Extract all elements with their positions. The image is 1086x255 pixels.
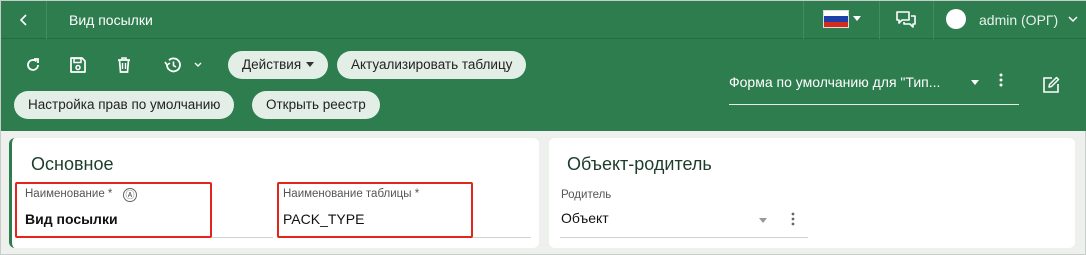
history-button[interactable] (161, 53, 185, 77)
divider (879, 1, 880, 39)
open-registry-button[interactable]: Открыть реестр (252, 91, 380, 119)
language-flag-icon[interactable] (823, 10, 849, 28)
update-table-label: Актуализировать таблицу (351, 57, 513, 72)
page-title: Вид посылки (69, 12, 153, 28)
main-section-card: Основное Наименование * Ⓐ Вид посылки На… (9, 138, 539, 248)
chevron-down-icon[interactable] (193, 60, 203, 70)
caret-down-icon[interactable] (971, 80, 979, 85)
highlight-box (277, 182, 473, 238)
avatar[interactable] (946, 9, 966, 29)
parent-field-label: Родитель (561, 189, 612, 201)
language-caret-icon[interactable] (853, 16, 861, 21)
default-rights-label: Настройка прав по умолчанию (28, 97, 221, 112)
chevron-left-icon (19, 14, 27, 26)
delete-button[interactable] (112, 53, 136, 77)
more-vertical-icon[interactable] (999, 73, 1003, 87)
back-button[interactable] (1, 1, 47, 39)
actions-dropdown-button[interactable]: Действия (228, 51, 329, 79)
update-table-button[interactable]: Актуализировать таблицу (337, 51, 527, 79)
user-name[interactable]: admin (ОРГ) (979, 1, 1058, 39)
save-button[interactable] (66, 53, 90, 77)
form-select[interactable]: Форма по умолчанию для "Тип... (729, 65, 1019, 105)
caret-down-icon (306, 62, 315, 67)
toolbar: Действия Актуализировать таблицу Настрой… (1, 39, 1086, 131)
edit-icon[interactable] (1041, 75, 1061, 95)
refresh-button[interactable] (21, 53, 45, 77)
trash-icon (118, 57, 130, 73)
default-rights-button[interactable]: Настройка прав по умолчанию (14, 91, 235, 119)
parent-field-underline (560, 237, 808, 238)
history-icon (164, 57, 181, 73)
open-registry-label: Открыть реестр (266, 97, 366, 112)
save-icon (70, 57, 86, 73)
section-title: Объект-родитель (567, 154, 712, 174)
top-bar: Вид посылки admin (ОРГ) (1, 1, 1086, 39)
divider (803, 1, 804, 39)
parent-field[interactable]: Объект (561, 210, 609, 226)
divider (933, 1, 934, 39)
highlight-box (15, 182, 212, 238)
refresh-icon (27, 58, 39, 71)
chevron-down-icon[interactable] (1067, 13, 1079, 25)
section-title: Основное (31, 154, 114, 174)
more-vertical-icon[interactable] (791, 212, 795, 226)
actions-label: Действия (242, 57, 302, 72)
caret-down-icon[interactable] (759, 218, 767, 223)
chat-icon[interactable] (894, 9, 918, 31)
form-select-value: Форма по умолчанию для "Тип... (729, 74, 941, 90)
parent-section-card: Объект-родитель Родитель Объект (549, 138, 1075, 248)
